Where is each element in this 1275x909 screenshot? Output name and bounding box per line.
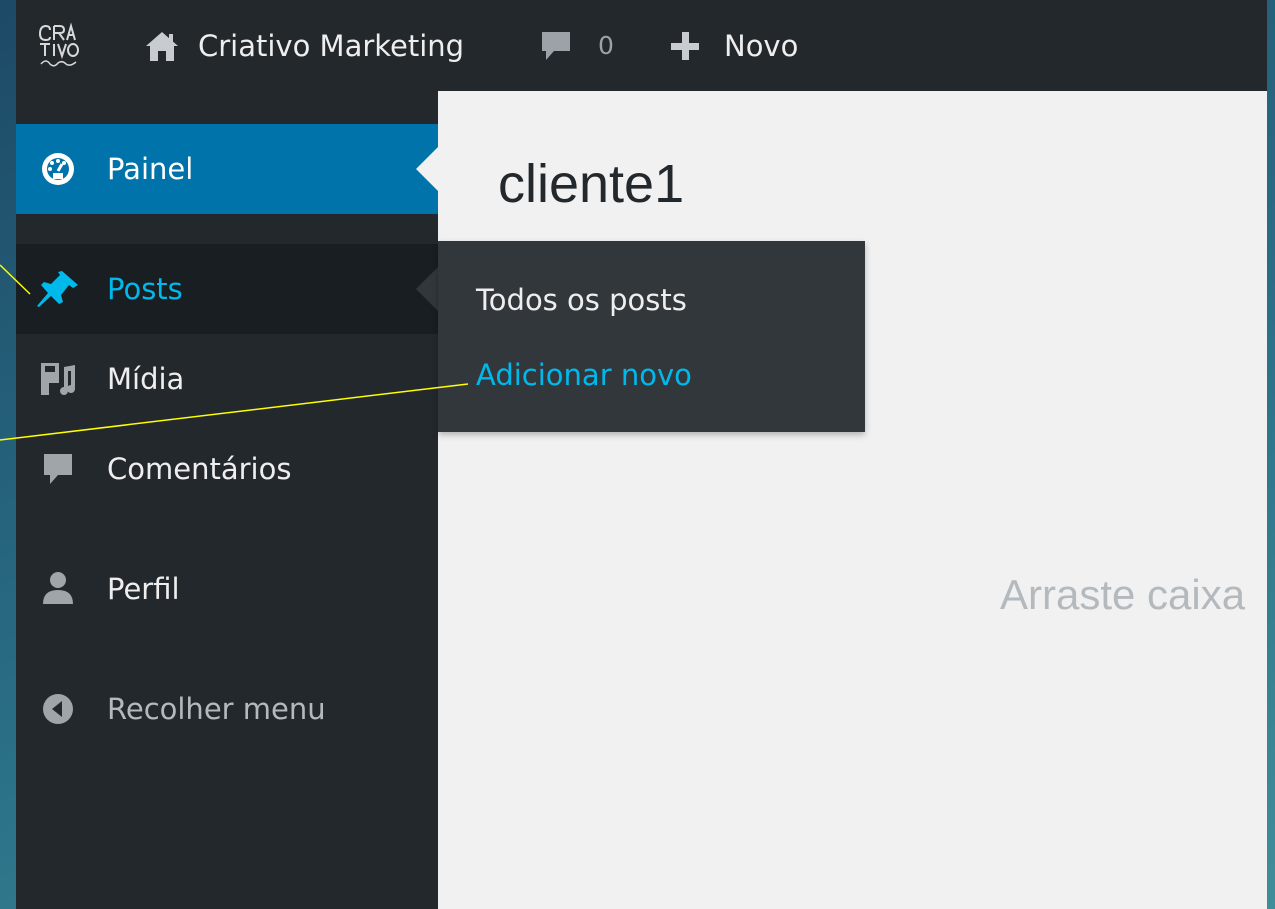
new-content-link[interactable]: Novo xyxy=(668,0,798,91)
menu-label-perfil: Perfil xyxy=(107,572,180,606)
submenu-item-todos-os-posts[interactable]: Todos os posts xyxy=(476,283,687,317)
menu-item-comentarios[interactable]: Comentários xyxy=(16,424,438,514)
pushpin-icon xyxy=(36,267,80,311)
comment-icon xyxy=(36,447,80,491)
menu-item-midia[interactable]: Mídia xyxy=(16,334,438,424)
comments-count: 0 xyxy=(598,31,614,60)
new-label: Novo xyxy=(724,28,799,63)
plus-icon xyxy=(671,31,699,60)
menu-label-recolher: Recolher menu xyxy=(107,692,326,726)
page-title: cliente1 xyxy=(498,154,685,214)
menu-label-posts: Posts xyxy=(107,272,183,306)
menu-label-comentarios: Comentários xyxy=(107,452,292,486)
home-icon xyxy=(146,31,178,61)
site-name-link[interactable]: Criativo Marketing xyxy=(144,0,464,91)
site-name: Criativo Marketing xyxy=(198,28,465,63)
menu-label-painel: Painel xyxy=(107,152,194,186)
menu-label-midia: Mídia xyxy=(107,362,185,396)
submenu-item-adicionar-novo[interactable]: Adicionar novo xyxy=(476,358,692,392)
posts-submenu: Todos os posts Adicionar novo xyxy=(438,241,865,432)
collapse-icon xyxy=(36,687,80,731)
drop-boxes-hint: Arraste caixa xyxy=(1000,571,1246,618)
user-icon xyxy=(36,567,80,611)
media-icon xyxy=(36,357,80,401)
admin-bar: Criativo Marketing 0 Novo xyxy=(16,0,1267,91)
menu-item-painel[interactable]: Painel xyxy=(16,124,438,214)
comments-link[interactable]: 0 xyxy=(538,0,614,91)
menu-item-posts[interactable]: Posts xyxy=(16,244,438,334)
menu-item-recolher[interactable]: Recolher menu xyxy=(16,664,438,754)
comment-icon xyxy=(542,31,570,60)
main-content: cliente1 Arraste caixa xyxy=(438,91,1267,909)
dashboard-icon xyxy=(36,147,80,191)
criativo-logo-icon[interactable] xyxy=(36,22,80,70)
admin-sidebar: Painel Posts Mídia Comentários Perfil Re… xyxy=(16,91,438,909)
menu-item-perfil[interactable]: Perfil xyxy=(16,544,438,634)
screenshot-frame: Criativo Marketing 0 Novo Painel Posts M… xyxy=(16,0,1267,909)
